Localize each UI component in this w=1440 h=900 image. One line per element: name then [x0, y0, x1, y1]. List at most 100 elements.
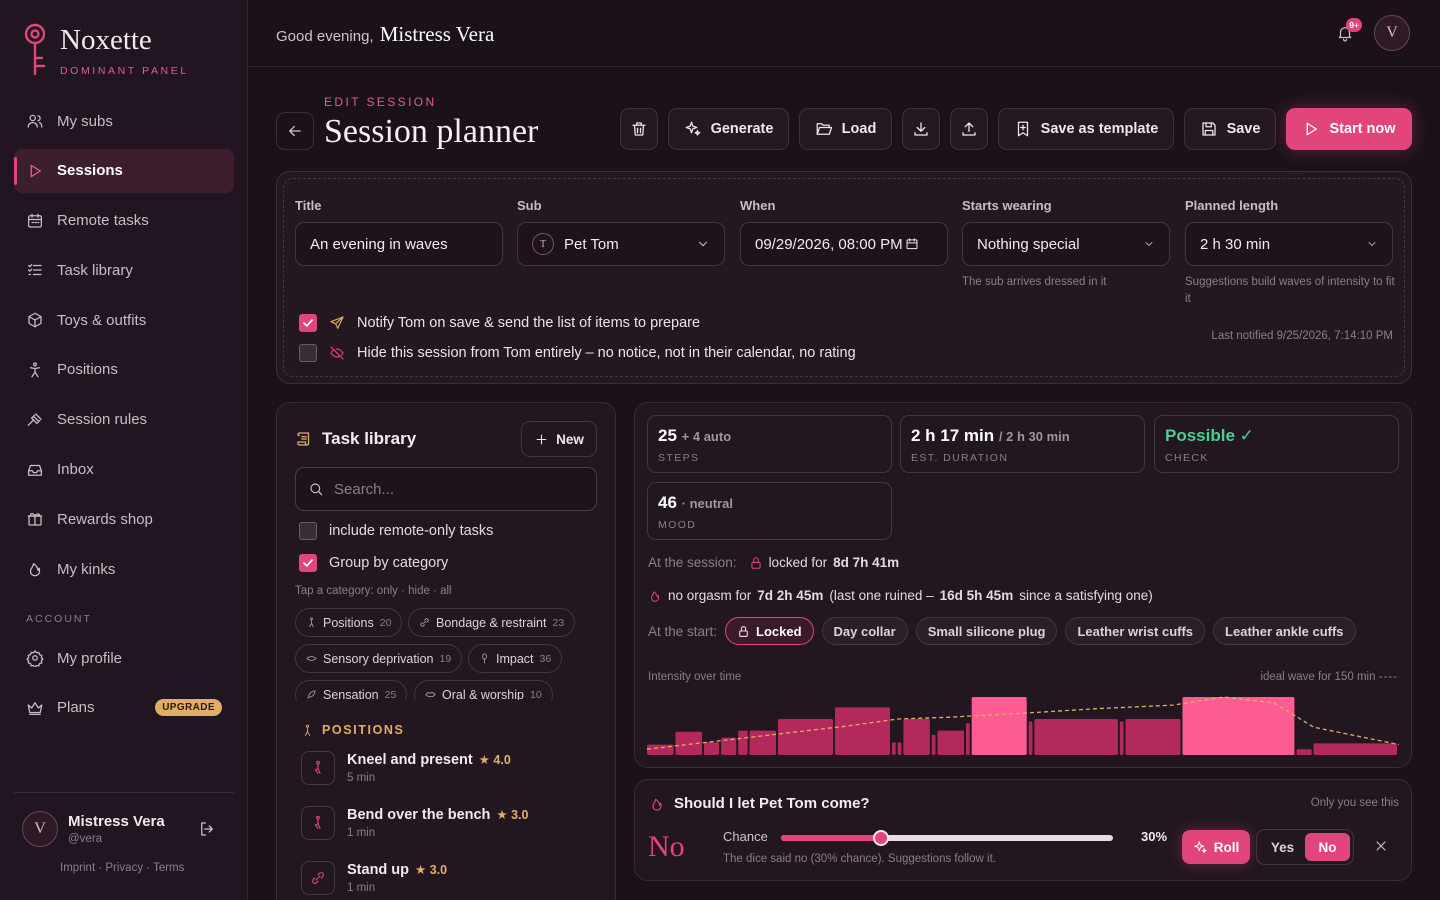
nav-item-my-subs[interactable]: My subs [14, 99, 234, 143]
generate-button[interactable]: Generate [668, 108, 789, 150]
nav-item-positions[interactable]: Positions [14, 348, 234, 392]
arrow-left-icon [289, 125, 301, 137]
nav-item-plans[interactable]: Plans UPGRADE [14, 686, 234, 730]
top-header: Good evening, Mistress Vera 9+ V [248, 0, 1440, 67]
notifications-button[interactable]: 9+ [1336, 18, 1362, 42]
task-item[interactable]: Kneel and present ★ 4.0 5 min [301, 751, 511, 785]
nav-item-sessions[interactable]: Sessions [14, 148, 234, 193]
mood-word: · neutral [681, 496, 733, 511]
download-button[interactable] [902, 108, 940, 150]
slider-handle[interactable] [872, 830, 889, 846]
greeting-text: Good evening, [276, 28, 374, 45]
nav-label: Session rules [57, 411, 148, 429]
category-tap-hint: Tap a category: only · hide · all [295, 585, 452, 597]
avatar[interactable]: V [22, 811, 58, 847]
bookmark-icon [1017, 121, 1028, 137]
notify-checkbox[interactable] [299, 314, 317, 332]
category-chip-sensation[interactable]: Sensation 25 [295, 680, 408, 700]
save-button[interactable]: Save [1184, 108, 1276, 150]
back-button[interactable] [276, 112, 314, 150]
nav-item-rewards-shop[interactable]: Rewards shop [14, 497, 234, 541]
generate-label: Generate [710, 121, 774, 137]
start-item-chip[interactable]: Leather ankle cuffs [1213, 617, 1356, 645]
category-chip-sensory-deprivation[interactable]: Sensory deprivation 19 [295, 644, 463, 673]
category-chip-bondage[interactable]: Bondage & restraint 23 [408, 608, 576, 637]
load-button[interactable]: Load [799, 108, 892, 150]
permission-panel: Should I let Pet Tom come? Only you see … [634, 779, 1412, 881]
start-item-chip[interactable]: Locked [725, 617, 814, 645]
nav-item-inbox[interactable]: Inbox [14, 448, 234, 492]
sparkles-icon [1194, 840, 1207, 853]
delete-button[interactable] [620, 108, 658, 150]
nav-item-task-library[interactable]: Task library [14, 248, 234, 292]
when-input[interactable]: 09/29/2026, 08:00 PM [740, 222, 948, 266]
roll-button[interactable]: Roll [1182, 830, 1250, 864]
nav-item-my-kinks[interactable]: My kinks [14, 547, 234, 591]
at-start-label: At the start: [648, 623, 718, 639]
sub-label: Sub [517, 198, 542, 213]
new-task-button[interactable]: New [521, 421, 597, 457]
title-field: Title An evening in waves [295, 198, 503, 266]
nav-item-toys-outfits[interactable]: Toys & outfits [14, 298, 234, 342]
chip-count: 36 [539, 652, 552, 665]
upload-button[interactable] [950, 108, 988, 150]
steps-label: STEPS [658, 452, 700, 464]
length-hint: Suggestions build waves of intensity to … [1185, 276, 1395, 305]
mood-label: MOOD [658, 519, 697, 531]
start-now-button[interactable]: Start now [1286, 108, 1412, 150]
upload-icon [962, 122, 976, 136]
intensity-bar [1119, 721, 1124, 755]
intensity-bar [892, 742, 896, 755]
task-item[interactable]: Bend over the bench ★ 3.0 1 min [301, 806, 529, 840]
logout-icon[interactable] [198, 820, 216, 838]
wearing-select[interactable]: Nothing special [962, 222, 1170, 266]
upgrade-badge[interactable]: UPGRADE [155, 699, 222, 717]
duration-label: EST. DURATION [911, 452, 1009, 464]
title-input[interactable]: An evening in waves [295, 222, 503, 266]
intensity-bar [704, 742, 720, 755]
chip-label: Oral & worship [442, 687, 524, 701]
category-chip-oral-worship[interactable]: Oral & worship 10 [414, 680, 553, 700]
length-value: 2 h 30 min [1200, 235, 1271, 253]
hide-checkbox[interactable] [299, 344, 317, 362]
lips-icon [425, 692, 436, 698]
close-icon[interactable] [1373, 838, 1389, 854]
chance-slider[interactable] [781, 830, 1113, 846]
steps-auto: + 4 auto [681, 429, 732, 444]
no-option[interactable]: No [1305, 833, 1350, 861]
ideal-wave-legend: ideal wave for 150 min ---- [1260, 671, 1398, 683]
start-item-chip[interactable]: Small silicone plug [915, 617, 1058, 645]
user-handle: @vera [68, 833, 103, 845]
task-duration: 1 min [347, 827, 376, 839]
brand-logo[interactable]: Noxette DOMINANT PANEL [22, 22, 189, 77]
start-item-label: Locked [756, 623, 802, 639]
group-by-category-checkbox[interactable] [299, 554, 317, 572]
calendar-icon[interactable] [904, 237, 919, 251]
header-avatar[interactable]: V [1374, 15, 1410, 51]
nav-item-session-rules[interactable]: Session rules [14, 398, 234, 442]
legal-links[interactable]: Imprint · Privacy · Terms [60, 862, 184, 874]
duration-planned: / 2 h 30 min [998, 429, 1070, 444]
remote-only-checkbox[interactable] [299, 522, 317, 540]
intensity-bar [1125, 719, 1181, 755]
start-item-chip[interactable]: Leather wrist cuffs [1065, 617, 1206, 645]
nav-item-remote-tasks[interactable]: Remote tasks [14, 199, 234, 243]
task-search-input[interactable]: Search... [295, 467, 597, 511]
search-placeholder: Search... [334, 480, 395, 498]
task-rating: 4.0 [493, 753, 511, 767]
save-as-template-button[interactable]: Save as template [998, 108, 1174, 150]
page-title: Session planner [324, 113, 539, 150]
calendar-icon [27, 213, 43, 228]
when-value: 09/29/2026, 08:00 PM [755, 235, 903, 253]
length-select[interactable]: 2 h 30 min [1185, 222, 1393, 266]
permission-title: Should I let Pet Tom come? [674, 795, 870, 812]
nav-item-my-profile[interactable]: My profile [14, 636, 234, 680]
sub-select[interactable]: T Pet Tom [517, 222, 725, 266]
task-item[interactable]: Stand up ★ 3.0 1 min [301, 861, 447, 895]
category-chip-positions[interactable]: Positions 20 [295, 608, 403, 637]
category-chip-impact[interactable]: Impact 36 [468, 644, 563, 673]
category-chips: Positions 20 Bondage & restraint 23 Sens… [295, 608, 605, 700]
yes-option[interactable]: Yes [1260, 833, 1305, 861]
intensity-bar [937, 730, 964, 755]
start-item-chip[interactable]: Day collar [821, 617, 908, 645]
